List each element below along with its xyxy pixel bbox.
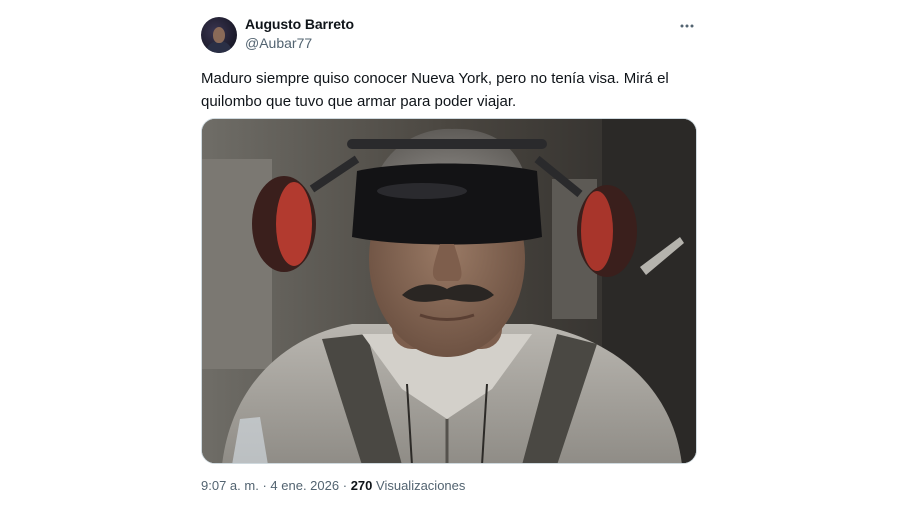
tweet-meta: 9:07 a. m. · 4 ene. 2026 · 270 Visualiza… — [201, 478, 465, 493]
earmuff-band — [347, 139, 547, 149]
earmuff-left-ring — [276, 182, 312, 266]
author-display-name[interactable]: Augusto Barreto — [245, 15, 354, 33]
tweet-page: Augusto Barreto @Aubar77 Maduro siempre … — [0, 0, 900, 505]
more-options-button[interactable] — [677, 16, 697, 36]
tweet-card: Augusto Barreto @Aubar77 Maduro siempre … — [201, 15, 697, 493]
blindfold-shape — [352, 163, 542, 245]
meta-separator: · — [262, 478, 267, 493]
more-horizontal-icon — [680, 24, 694, 28]
tweet-time-link[interactable]: 9:07 a. m. · 4 ene. 2026 — [201, 478, 339, 493]
author-handle[interactable]: @Aubar77 — [245, 34, 354, 52]
blindfold-sheen — [377, 183, 467, 199]
meta-separator-2: · — [342, 478, 348, 493]
earmuff-right-ring — [581, 191, 613, 271]
avatar[interactable] — [201, 17, 237, 53]
tweet-text: Maduro siempre quiso conocer Nueva York,… — [201, 70, 669, 110]
tweet-photo[interactable] — [201, 118, 697, 464]
photo-illustration — [202, 119, 696, 463]
tweet-time: 9:07 a. m. — [201, 478, 259, 493]
views-count: 270 — [350, 478, 373, 493]
avatar-face-shape — [213, 27, 225, 43]
tweet-date: 4 ene. 2026 — [270, 478, 340, 493]
views-label: Visualizaciones — [376, 478, 466, 493]
tweet-header: Augusto Barreto @Aubar77 — [201, 15, 697, 55]
author-names: Augusto Barreto @Aubar77 — [245, 15, 354, 52]
